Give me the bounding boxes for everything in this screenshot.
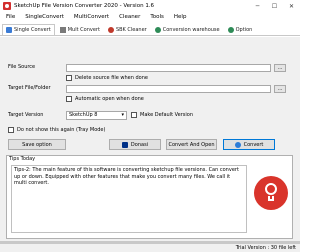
bulb-base: [268, 196, 274, 201]
convert-icon: [234, 141, 241, 148]
target-folder-browse-button[interactable]: ...: [274, 85, 286, 93]
target-folder-label: Target File/Folder: [8, 85, 51, 91]
checkbox-box[interactable]: [66, 75, 72, 81]
tab-label: Single Convert: [14, 27, 51, 33]
save-option-button[interactable]: Save option: [8, 139, 66, 150]
convert-button[interactable]: Convert: [223, 139, 275, 150]
sbk-cleaner-icon: [107, 27, 114, 33]
target-version-label: Target Version: [8, 112, 44, 118]
tab-label: Conversion warehouse: [162, 27, 220, 33]
donasi-label: Donasi: [130, 141, 149, 148]
convert-label: Convert: [243, 141, 264, 148]
file-source-label: File Source: [8, 64, 36, 70]
title-bar: SketchUp File Version Converter 2020 - V…: [0, 0, 300, 12]
menu-multiconvert[interactable]: MultiConvert: [74, 14, 109, 20]
tab-conversion-warehouse[interactable]: Conversion warehouse: [152, 25, 223, 35]
tab-sbk-cleaner[interactable]: SBK Cleaner: [105, 25, 150, 35]
minimize-button[interactable]: ─: [249, 0, 266, 12]
bulb-glass: [265, 183, 277, 195]
app-logo-icon: [3, 2, 11, 10]
paypal-icon: [121, 141, 128, 148]
auto-open-checkbox[interactable]: Automatic open when done: [66, 96, 144, 102]
donasi-button[interactable]: Donasi: [109, 139, 161, 150]
target-version-select[interactable]: SketchUp 8 ▾: [66, 111, 127, 120]
menu-tools[interactable]: Tools: [150, 14, 164, 20]
delete-source-label: Delete source file when done: [75, 75, 148, 81]
tips-title: Tips Today: [9, 156, 36, 162]
menu-bar: File SingleConvert MultiConvert Cleaner …: [0, 12, 300, 22]
tab-single-convert[interactable]: Single Convert: [2, 24, 55, 35]
checkbox-box[interactable]: [131, 112, 137, 118]
file-source-input[interactable]: [66, 64, 271, 72]
menu-help[interactable]: Help: [174, 14, 187, 20]
tab-option[interactable]: Option: [225, 25, 256, 35]
target-version-value: SketchUp 8: [69, 112, 98, 118]
tab-bar: Single Convert Mult Convert SBK Cleaner …: [0, 24, 300, 36]
lightbulb-icon: [254, 176, 288, 210]
tips-groupbox: Tips Today Tips-2: The main feature of t…: [6, 155, 293, 239]
window-title: SketchUp File Version Converter 2020 - V…: [14, 3, 155, 9]
trial-status: Trial Version : 30 file left: [235, 245, 296, 251]
single-convert-icon: [6, 27, 12, 33]
close-button[interactable]: ✕: [283, 0, 300, 12]
tips-text: Tips-2: The main feature of this softwar…: [11, 165, 247, 233]
delete-source-checkbox[interactable]: Delete source file when done: [66, 75, 148, 81]
auto-open-label: Automatic open when done: [75, 96, 144, 102]
option-icon: [227, 27, 234, 33]
tab-mult-convert[interactable]: Mult Convert: [57, 25, 103, 35]
maximize-button[interactable]: ☐: [266, 0, 283, 12]
menu-cleaner[interactable]: Cleaner: [119, 14, 140, 20]
window-controls: ─ ☐ ✕: [249, 0, 300, 12]
menu-file[interactable]: File: [6, 14, 15, 20]
make-default-checkbox[interactable]: Make Default Version: [131, 112, 193, 118]
single-convert-panel: File Source ... Delete source file when …: [0, 37, 300, 241]
menu-singleconvert[interactable]: SingleConvert: [25, 14, 64, 20]
tab-label: Option: [235, 27, 253, 33]
make-default-label: Make Default Version: [140, 112, 194, 118]
tab-label: Mult Convert: [67, 27, 100, 33]
multi-convert-icon: [59, 27, 66, 33]
warehouse-icon: [154, 27, 161, 33]
checkbox-box[interactable]: [8, 127, 14, 133]
chevron-down-icon: ▾: [121, 112, 124, 118]
tab-label: SBK Cleaner: [115, 27, 147, 33]
do-not-show-label: Do not show this again (Tray Mode): [17, 127, 106, 133]
target-folder-input[interactable]: [66, 85, 271, 93]
convert-and-open-button[interactable]: Convert And Open: [166, 139, 217, 150]
status-bar: Trial Version : 30 file left: [0, 244, 300, 252]
file-source-browse-button[interactable]: ...: [274, 64, 286, 72]
do-not-show-checkbox[interactable]: Do not show this again (Tray Mode): [8, 127, 105, 133]
checkbox-box[interactable]: [66, 96, 72, 102]
